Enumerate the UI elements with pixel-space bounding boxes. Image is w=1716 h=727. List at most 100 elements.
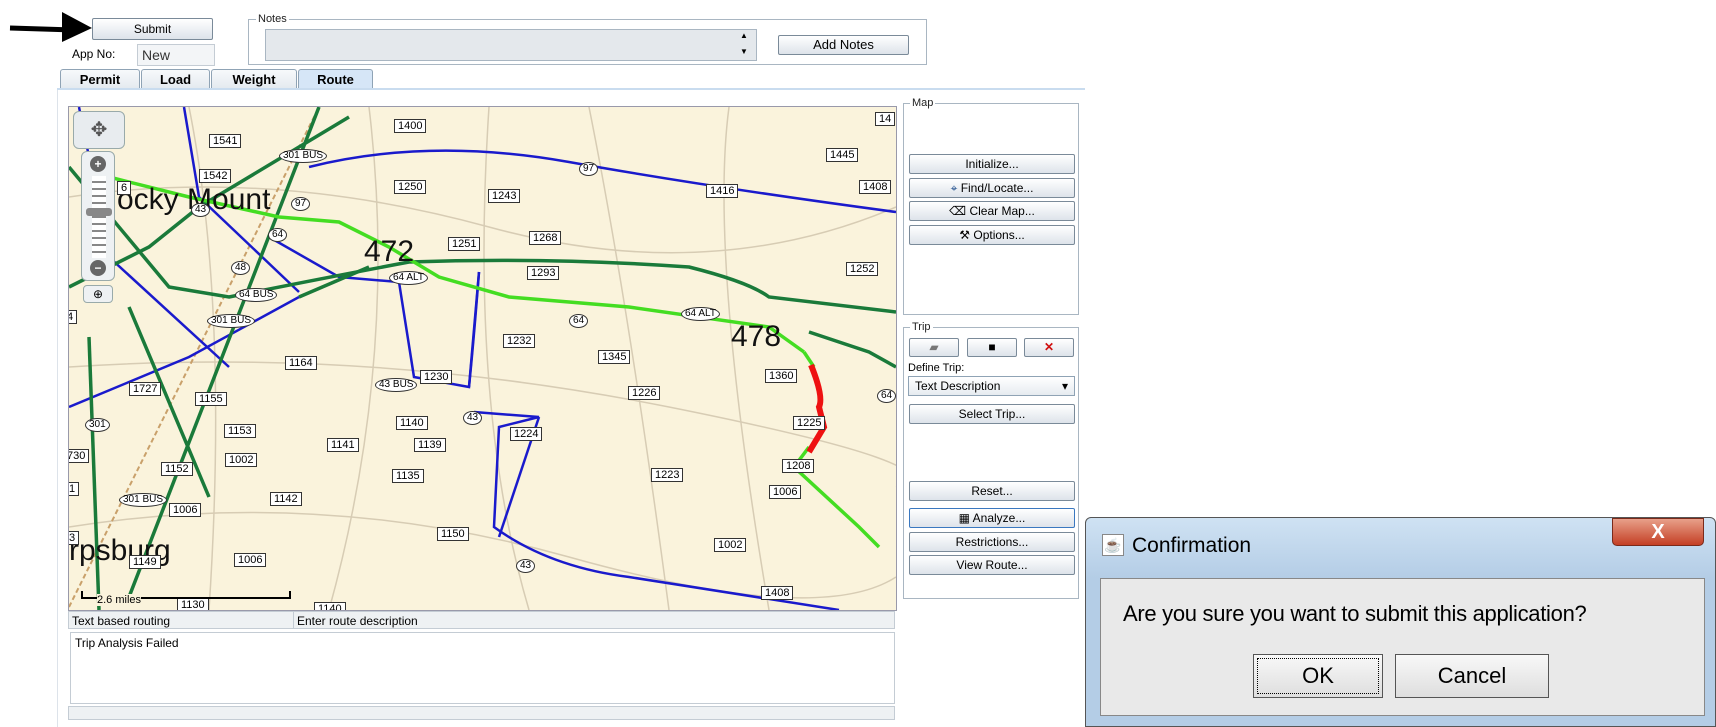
- road-label: 1155: [195, 392, 227, 406]
- road-label: 1006: [169, 503, 202, 517]
- tab-permit[interactable]: Permit: [60, 69, 140, 89]
- road-label: 1542: [199, 169, 232, 183]
- road-label: 1223: [651, 468, 684, 482]
- analyze-label: Analyze...: [972, 511, 1026, 525]
- road-label: 1268: [529, 231, 562, 245]
- road-label: 1142: [270, 492, 302, 506]
- route-shield: 64 ALT: [681, 307, 720, 321]
- notes-scroll-up-icon[interactable]: ▲: [740, 31, 748, 40]
- road-label: 1445: [826, 148, 859, 162]
- define-trip-select[interactable]: Text Description ▾: [908, 376, 1075, 396]
- restrictions-button[interactable]: Restrictions...: [909, 532, 1075, 552]
- map-pan-control[interactable]: ✥: [73, 111, 125, 149]
- find-locate-button[interactable]: ⌖ Find/Locate...: [909, 178, 1075, 198]
- road-label: 1224: [510, 427, 543, 441]
- road-label: 1345: [598, 350, 631, 364]
- route-description-input[interactable]: Enter route description: [297, 614, 418, 628]
- route-shield: 64 ALT: [389, 271, 428, 285]
- confirmation-dialog: ☕ Confirmation X Are you sure you want t…: [1085, 517, 1716, 727]
- zoom-box-icon[interactable]: ⊕: [83, 285, 113, 303]
- route-shield: 301: [85, 418, 110, 432]
- route-shield: 64: [877, 389, 896, 403]
- tab-weight[interactable]: Weight: [211, 69, 297, 89]
- initialize-button[interactable]: Initialize...: [909, 154, 1075, 174]
- folder-icon: ▰: [929, 340, 939, 354]
- delete-trip-button[interactable]: ✕: [1024, 338, 1074, 357]
- analyze-button[interactable]: ▦ Analyze...: [909, 508, 1075, 528]
- notes-scroll-down-icon[interactable]: ▼: [740, 47, 748, 56]
- routing-label: Text based routing: [72, 614, 171, 628]
- app-no-field[interactable]: New: [137, 44, 215, 66]
- route-shield: 97: [579, 162, 599, 176]
- tools-icon: ⚒: [959, 228, 971, 242]
- clear-map-button[interactable]: ⌫ Clear Map...: [909, 201, 1075, 221]
- route-shield: 64 BUS: [235, 288, 278, 302]
- zoom-in-icon[interactable]: +: [90, 156, 106, 172]
- options-button[interactable]: ⚒ Options...: [909, 225, 1075, 245]
- close-icon[interactable]: X: [1612, 518, 1704, 546]
- calendar-icon: ▦: [958, 511, 970, 525]
- road-label: 1252: [846, 262, 879, 276]
- road-label: 1208: [782, 459, 815, 473]
- road-label: 1232: [503, 334, 536, 348]
- dialog-title: Confirmation: [1132, 534, 1252, 557]
- map-view[interactable]: ocky Mount rpsburg 472 478 1541 1400 144…: [68, 106, 897, 611]
- road-label: 1251: [448, 237, 481, 251]
- map-label-478: 478: [731, 320, 782, 353]
- route-shield: 43 BUS: [375, 378, 418, 392]
- route-shield: 43: [191, 203, 211, 217]
- route-shield: 301 BUS: [279, 149, 328, 163]
- zoom-slider[interactable]: + −: [81, 151, 115, 281]
- road-label: 1130: [177, 598, 209, 610]
- road-label: 1727: [129, 382, 162, 396]
- road-label: 1243: [488, 189, 521, 203]
- pointer-arrow-icon: [9, 12, 92, 42]
- dialog-message: Are you sure you want to submit this app…: [1123, 601, 1587, 626]
- zoom-out-icon[interactable]: −: [90, 260, 106, 276]
- road-label: 1002: [714, 538, 747, 552]
- road-label: 4: [69, 310, 78, 324]
- routing-divider: [293, 611, 294, 629]
- open-trip-button[interactable]: ▰: [909, 338, 959, 357]
- select-trip-button[interactable]: Select Trip...: [909, 404, 1075, 424]
- add-notes-button[interactable]: Add Notes: [778, 35, 909, 55]
- save-trip-button[interactable]: ■: [967, 338, 1017, 357]
- zoom-thumb[interactable]: [86, 208, 112, 216]
- define-trip-label: Define Trip:: [908, 362, 965, 374]
- road-label: 1140: [314, 602, 346, 610]
- road-label: 1226: [628, 386, 661, 400]
- road-label: 1416: [706, 184, 739, 198]
- road-label: 1150: [437, 527, 469, 541]
- java-app-icon: ☕: [1102, 534, 1124, 556]
- cancel-button[interactable]: Cancel: [1395, 654, 1549, 698]
- road-label: 1225: [793, 416, 826, 430]
- initialize-label: Initialize...: [965, 157, 1019, 171]
- route-shield: 64: [268, 228, 288, 242]
- road-label: 1006: [234, 553, 267, 567]
- map-label-472: 472: [364, 235, 415, 268]
- road-label: 1408: [761, 586, 794, 600]
- zoom-ticks: [92, 176, 106, 258]
- road-label: 1149: [129, 555, 161, 569]
- reset-button[interactable]: Reset...: [909, 481, 1075, 501]
- road-label: 1230: [420, 370, 453, 384]
- submit-button[interactable]: Submit: [92, 18, 213, 40]
- bottom-scrollbar[interactable]: [68, 706, 895, 720]
- notes-legend: Notes: [256, 13, 289, 25]
- eraser-icon: ⌫: [949, 204, 967, 218]
- tab-load[interactable]: Load: [141, 69, 210, 89]
- route-shield: 301 BUS: [207, 314, 256, 328]
- save-icon: ■: [988, 340, 996, 354]
- route-shield: 43: [516, 559, 536, 573]
- road-label: 1360: [765, 369, 798, 383]
- tab-route[interactable]: Route: [298, 69, 373, 90]
- road-label: 1: [69, 482, 80, 496]
- road-label: 1002: [225, 453, 258, 467]
- road-label: 1250: [394, 180, 427, 194]
- road-label: 1164: [285, 356, 317, 370]
- view-route-button[interactable]: View Route...: [909, 555, 1075, 575]
- road-label: 14: [875, 112, 896, 126]
- ok-button[interactable]: OK: [1253, 654, 1383, 698]
- notes-textarea[interactable]: [265, 29, 757, 61]
- find-locate-label: Find/Locate...: [960, 181, 1034, 195]
